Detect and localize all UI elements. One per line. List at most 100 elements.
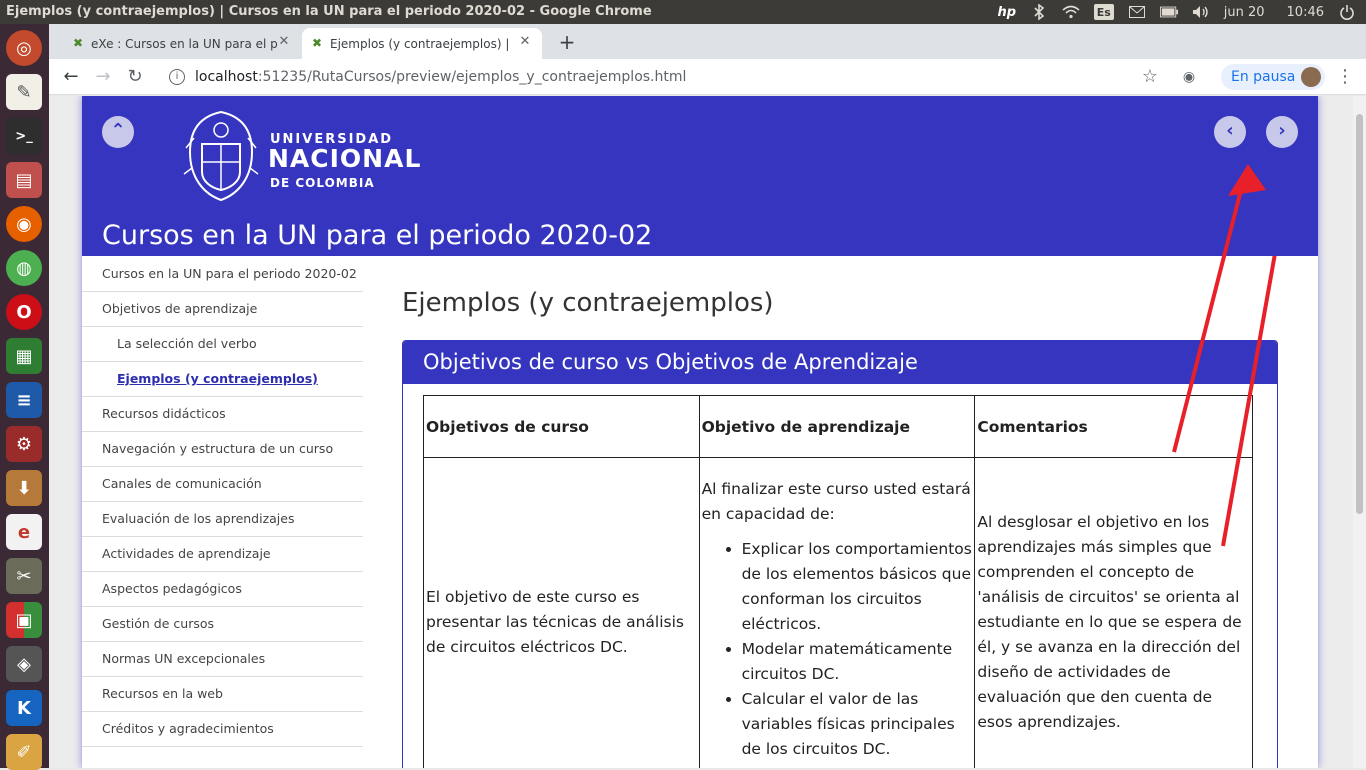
comment-cell: Al desglosar el objetivo en los aprendiz… [974, 457, 1253, 768]
back-button[interactable]: ← [59, 65, 83, 89]
avatar [1301, 67, 1321, 87]
chrome-toolbar: ← → ↻ i localhost :51235/RutaCursos/prev… [49, 59, 1366, 95]
extension-icon[interactable]: ◉ [1177, 65, 1201, 89]
close-tab-icon[interactable]: ✕ [275, 34, 293, 52]
ubuntu-dash-icon[interactable]: ◎ [6, 30, 42, 66]
site-info-icon[interactable]: i [169, 69, 185, 85]
learning-intro: Al finalizar este curso usted estará en … [701, 480, 971, 523]
date-label[interactable]: jun 20 [1224, 5, 1265, 20]
course-objective-cell: El objetivo de este curso es presentar l… [423, 457, 700, 768]
firefox-icon[interactable]: ◉ [6, 206, 42, 242]
learning-list: Explicar los comportamientos de los elem… [742, 537, 973, 762]
archive-icon[interactable]: ⬇ [6, 470, 42, 506]
page-scrollbar[interactable] [1353, 96, 1366, 768]
opera-icon[interactable]: O [6, 294, 42, 330]
list-item: Calcular el valor de las variables físic… [742, 687, 973, 762]
spreadsheet-icon[interactable]: ▦ [6, 338, 42, 374]
chrome-icon[interactable]: ◍ [6, 250, 42, 286]
keyboard-layout-indicator[interactable]: Es [1093, 4, 1114, 20]
scroll-up-button[interactable]: ⌃ [102, 116, 134, 148]
profile-paused-label: En pausa [1231, 69, 1296, 85]
logo-line-colombia: DE COLOMBIA [270, 176, 375, 190]
battery-icon[interactable] [1159, 4, 1178, 20]
site-header: ⌃ UNIVERSIDAD NACIONAL DE COLOMBIA ‹ › C… [82, 96, 1318, 256]
power-icon[interactable] [1338, 4, 1356, 20]
learning-objective-cell: Al finalizar este curso usted estará en … [698, 457, 976, 768]
page-title: Ejemplos (y contraejemplos) [402, 288, 774, 318]
k-app-icon[interactable]: K [6, 690, 42, 726]
url-host: localhost [195, 69, 258, 85]
scrollbar-thumb[interactable] [1356, 114, 1363, 514]
window-title: Ejemplos (y contraejemplos) | Cursos en … [6, 4, 652, 19]
hp-icon[interactable]: hp [997, 4, 1016, 20]
sidebar-item-recursos-web[interactable]: Recursos en la web [82, 677, 363, 712]
sidebar-item-recursos-didacticos[interactable]: Recursos didácticos [82, 397, 363, 432]
previous-page-button[interactable]: ‹ [1214, 116, 1246, 148]
bookmark-star-icon[interactable]: ☆ [1138, 65, 1162, 89]
exe-icon[interactable]: e [6, 514, 42, 550]
sidebar-item-gestion[interactable]: Gestión de cursos [82, 607, 363, 642]
document-icon[interactable]: ≡ [6, 382, 42, 418]
comparison-table: Objetivos de curso Objetivo de aprendiza… [423, 395, 1253, 768]
forward-button[interactable]: → [91, 65, 115, 89]
settings-icon[interactable]: ⚙ [6, 426, 42, 462]
sidebar-item-navegacion[interactable]: Navegación y estructura de un curso [82, 432, 363, 467]
clock-label[interactable]: 10:46 [1287, 5, 1324, 20]
menu-kebab-icon[interactable]: ⋮ [1333, 65, 1357, 89]
new-tab-button[interactable]: + [555, 31, 579, 55]
site-title: Cursos en la UN para el periodo 2020-02 [102, 220, 653, 251]
volume-icon[interactable] [1192, 4, 1210, 20]
terminal-icon[interactable]: >_ [6, 118, 42, 154]
sidebar-item-home[interactable]: Cursos en la UN para el periodo 2020-02 [82, 256, 363, 292]
tab-exe[interactable]: ✖ eXe : Cursos en la UN para el p ✕ [63, 28, 301, 59]
table-header-row: Objetivos de curso Objetivo de aprendiza… [423, 395, 1253, 458]
university-seal-icon [183, 110, 259, 202]
exe-page: ⌃ UNIVERSIDAD NACIONAL DE COLOMBIA ‹ › C… [82, 96, 1318, 768]
tab-label: Ejemplos (y contraejemplos) | [330, 36, 510, 51]
text-editor-icon[interactable]: ✎ [6, 74, 42, 110]
wifi-icon[interactable] [1062, 4, 1080, 20]
university-logo: UNIVERSIDAD NACIONAL DE COLOMBIA [182, 108, 422, 208]
chrome-tab-strip: ✖ eXe : Cursos en la UN para el p ✕ ✖ Ej… [49, 24, 1366, 59]
url-path: :51235/RutaCursos/preview/ejemplos_y_con… [257, 69, 687, 85]
tab-label: eXe : Cursos en la UN para el p [91, 36, 278, 51]
launcher: ◎ ✎ >_ ▤ ◉ ◍ O ▦ ≡ ⚙ ⬇ e ✂ ▣ ◈ K ✐ [0, 24, 49, 770]
sidebar-item-normas[interactable]: Normas UN excepcionales [82, 642, 363, 677]
sidebar-item-evaluacion[interactable]: Evaluación de los aprendizajes [82, 502, 363, 537]
system-top-bar: Ejemplos (y contraejemplos) | Cursos en … [0, 0, 1366, 24]
list-item: Modelar matemáticamente circuitos DC. [742, 637, 973, 687]
list-item: Explicar los comportamientos de los elem… [742, 537, 973, 637]
bluetooth-icon[interactable] [1030, 4, 1048, 20]
next-page-button[interactable]: › [1266, 116, 1298, 148]
table-header: Objetivo de aprendizaje [698, 395, 976, 458]
exe-favicon-icon: ✖ [73, 36, 84, 50]
sidebar-item-objetivos[interactable]: Objetivos de aprendizaje [82, 292, 363, 327]
sidebar-item-canales[interactable]: Canales de comunicación [82, 467, 363, 502]
system-tray: hp Es jun 20 10:46 [997, 0, 1356, 24]
file-manager-icon[interactable]: ▤ [6, 162, 42, 198]
address-bar[interactable]: i localhost :51235/RutaCursos/preview/ej… [161, 63, 1191, 91]
gimp-icon[interactable]: ✂ [6, 558, 42, 594]
sidebar-item-seleccion-verbo[interactable]: La selección del verbo [82, 327, 363, 362]
idevice-box: Objetivos de curso vs Objetivos de Apren… [402, 340, 1278, 768]
blocks-icon[interactable]: ▣ [6, 602, 42, 638]
mail-icon[interactable] [1128, 4, 1146, 20]
sidebar-item-actividades[interactable]: Actividades de aprendizaje [82, 537, 363, 572]
sidebar-item-ejemplos[interactable]: Ejemplos (y contraejemplos) [82, 362, 363, 397]
sidebar-item-creditos[interactable]: Créditos y agradecimientos [82, 712, 363, 747]
idevice-title: Objetivos de curso vs Objetivos de Apren… [403, 341, 1277, 384]
close-tab-icon[interactable]: ✕ [516, 34, 534, 52]
screenshot-icon[interactable]: ◈ [6, 646, 42, 682]
sidebar-item-aspectos[interactable]: Aspectos pedagógicos [82, 572, 363, 607]
table-row: El objetivo de este curso es presentar l… [423, 457, 1253, 768]
reload-button[interactable]: ↻ [123, 65, 147, 89]
logo-line-nacional: NACIONAL [268, 144, 422, 173]
exe-favicon-icon: ✖ [312, 36, 323, 50]
profile-paused-button[interactable]: En pausa [1221, 64, 1325, 90]
table-header: Objetivos de curso [423, 395, 700, 458]
tab-ejemplos[interactable]: ✖ Ejemplos (y contraejemplos) | ✕ [302, 28, 542, 59]
table-header: Comentarios [974, 395, 1253, 458]
sidebar-nav: Cursos en la UN para el periodo 2020-02 … [82, 256, 363, 747]
page-viewport: ⌃ UNIVERSIDAD NACIONAL DE COLOMBIA ‹ › C… [49, 96, 1353, 768]
notes-icon[interactable]: ✐ [6, 734, 42, 770]
